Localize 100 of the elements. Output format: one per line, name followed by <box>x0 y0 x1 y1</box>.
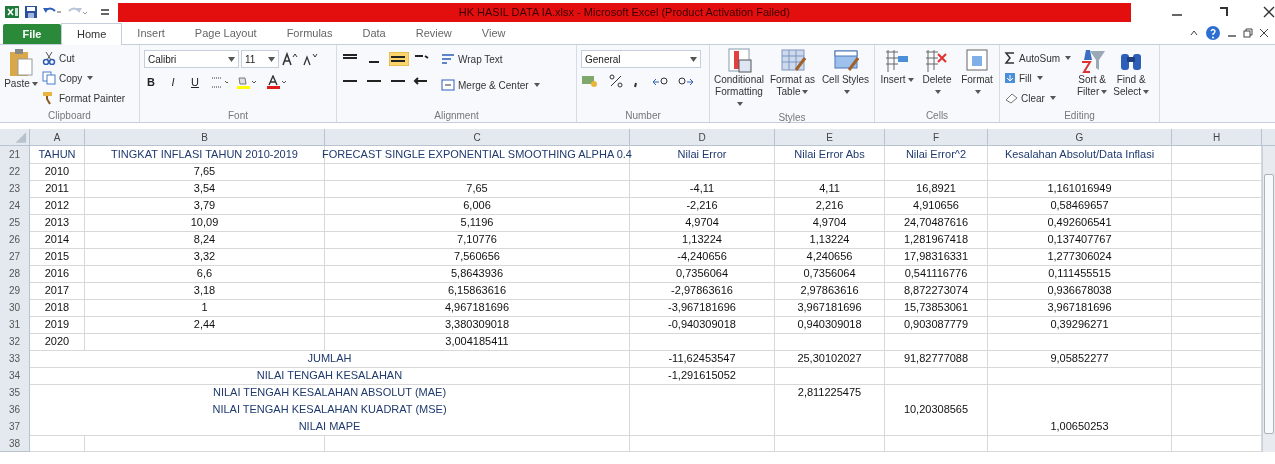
table-cell: 4,240656 <box>775 248 885 266</box>
ribbon-button[interactable]: Cell Styles <box>821 48 870 98</box>
insert-rows-icon <box>884 48 910 74</box>
caret-icon <box>802 90 809 95</box>
row-header[interactable]: 25 <box>0 214 30 232</box>
scrollbar-thumb[interactable] <box>1264 174 1274 434</box>
column-header[interactable]: C <box>325 129 630 145</box>
group-label: Font <box>228 108 248 123</box>
row-header[interactable]: 29 <box>0 282 30 300</box>
toolbar-button[interactable]: Fill <box>1004 68 1072 88</box>
ribbon-tab[interactable]: Data <box>347 23 401 44</box>
table-cell: 3,967181696 <box>988 299 1172 317</box>
percent-icon[interactable] <box>609 74 623 88</box>
scrollbar[interactable] <box>1262 146 1275 452</box>
table-cell: 4,910656 <box>885 197 988 215</box>
row-header[interactable]: 34 <box>0 367 30 385</box>
table-brush-icon <box>779 48 806 74</box>
toolbar-button[interactable]: Merge & Center <box>441 75 540 95</box>
table-cell: -0,940309018 <box>630 316 775 334</box>
table-cell: NILAI TENGAH KESALAHAN ABSOLUT (MAE) <box>30 384 630 402</box>
table-cell: -1,291615052 <box>630 367 775 385</box>
ribbon-button[interactable]: Sort & Filter <box>1075 48 1110 98</box>
row-header[interactable]: 38 <box>0 435 30 452</box>
row-header[interactable]: 32 <box>0 333 30 351</box>
table-cell: 2015 <box>30 248 85 266</box>
window-restore-icon[interactable] <box>1243 28 1253 38</box>
row-header[interactable]: 22 <box>0 163 30 181</box>
row-header[interactable]: 30 <box>0 299 30 317</box>
row-header[interactable]: 24 <box>0 197 30 215</box>
fill-color-icon[interactable] <box>236 75 258 90</box>
shrink-font-icon[interactable] <box>301 52 319 66</box>
format-cells-icon <box>964 48 990 74</box>
table-cell: 0,541116776 <box>885 265 988 283</box>
ribbon-button[interactable]: Conditional Formatting <box>714 48 764 110</box>
column-header[interactable]: E <box>775 129 885 145</box>
table-cell: 1,281967418 <box>885 231 988 249</box>
row-header[interactable]: 33 <box>0 350 30 368</box>
toolbar-button[interactable]: AutoSum <box>1004 48 1072 68</box>
number-format-field[interactable]: General <box>581 50 701 68</box>
ribbon-button[interactable]: Format <box>959 48 995 98</box>
toolbar-button[interactable]: Cut <box>42 48 126 68</box>
table-cell: 8,872273074 <box>885 282 988 300</box>
help-icon[interactable] <box>1205 25 1221 41</box>
font-size-field[interactable]: 11 <box>241 50 279 68</box>
row-header[interactable]: 37 <box>0 418 30 436</box>
ribbon-button[interactable]: Paste <box>4 48 38 90</box>
row-header[interactable]: 27 <box>0 248 30 266</box>
row-header[interactable]: 35 <box>0 384 30 402</box>
column-header[interactable]: G <box>988 129 1172 145</box>
toolbar-button[interactable]: Wrap Text <box>441 49 540 69</box>
table-cell: 1 <box>85 299 325 317</box>
column-header[interactable]: D <box>630 129 775 145</box>
border-icon[interactable] <box>210 75 228 90</box>
grow-font-icon[interactable] <box>281 52 299 66</box>
fill-down-icon <box>1004 72 1016 84</box>
toolbar-button[interactable]: Copy <box>42 68 126 88</box>
italic-button[interactable]: I <box>166 74 180 91</box>
underline-button[interactable]: U <box>188 74 202 91</box>
font-name-field[interactable]: Calibri <box>144 50 239 68</box>
table-cell: 3,32 <box>85 248 325 266</box>
row-header[interactable]: 36 <box>0 401 30 419</box>
ribbon-tab[interactable]: Home <box>61 23 123 45</box>
row-header[interactable]: 26 <box>0 231 30 249</box>
row-header[interactable]: 31 <box>0 316 30 334</box>
table-cell: Nilai Error^2 <box>885 146 988 164</box>
column-header[interactable]: B <box>85 129 325 145</box>
ribbon-tab[interactable]: Formulas <box>271 23 348 44</box>
table-cell: 2013 <box>30 214 85 232</box>
row-header[interactable]: 21 <box>0 146 30 164</box>
toolbar-button[interactable]: Format Painter <box>42 88 126 108</box>
decrease-decimal-icon[interactable] <box>677 74 695 88</box>
toolbar-button[interactable]: Clear <box>1004 88 1072 108</box>
increase-decimal-icon[interactable] <box>651 74 669 88</box>
ribbon-tab[interactable]: View <box>466 23 521 44</box>
ribbon-tab[interactable]: Review <box>400 23 467 44</box>
font-color-icon[interactable] <box>266 75 288 90</box>
ribbon-button[interactable]: Delete <box>919 48 955 98</box>
table-cell: 1,13224 <box>630 231 775 249</box>
window-close-icon[interactable] <box>1259 28 1269 38</box>
ribbon-button[interactable]: Format as Table <box>768 48 817 98</box>
file-tab[interactable]: File <box>3 24 61 44</box>
table-cell: -3,967181696 <box>630 299 775 317</box>
table-cell: TAHUN <box>30 146 85 164</box>
column-header[interactable]: H <box>1172 129 1262 145</box>
row-header[interactable]: 28 <box>0 265 30 283</box>
restore-icon[interactable] <box>1217 6 1229 18</box>
table-cell: 0,936678038 <box>988 282 1172 300</box>
close-icon[interactable] <box>1263 6 1275 18</box>
ribbon-tab[interactable]: Page Layout <box>179 23 272 44</box>
row-header[interactable]: 23 <box>0 180 30 198</box>
table-cell: 7,10776 <box>325 231 630 249</box>
column-header[interactable]: F <box>885 129 988 145</box>
ribbon-button[interactable]: Find & Select <box>1113 48 1150 98</box>
ribbon-tab[interactable]: Insert <box>122 23 180 44</box>
column-header[interactable]: A <box>30 129 85 145</box>
spreadsheet-logo-icon <box>4 4 20 20</box>
ribbon-button[interactable]: Insert <box>879 48 915 86</box>
bottom-align-icon[interactable] <box>389 52 409 66</box>
bold-button[interactable]: B <box>144 74 158 91</box>
table-cell: 6,006 <box>325 197 630 215</box>
